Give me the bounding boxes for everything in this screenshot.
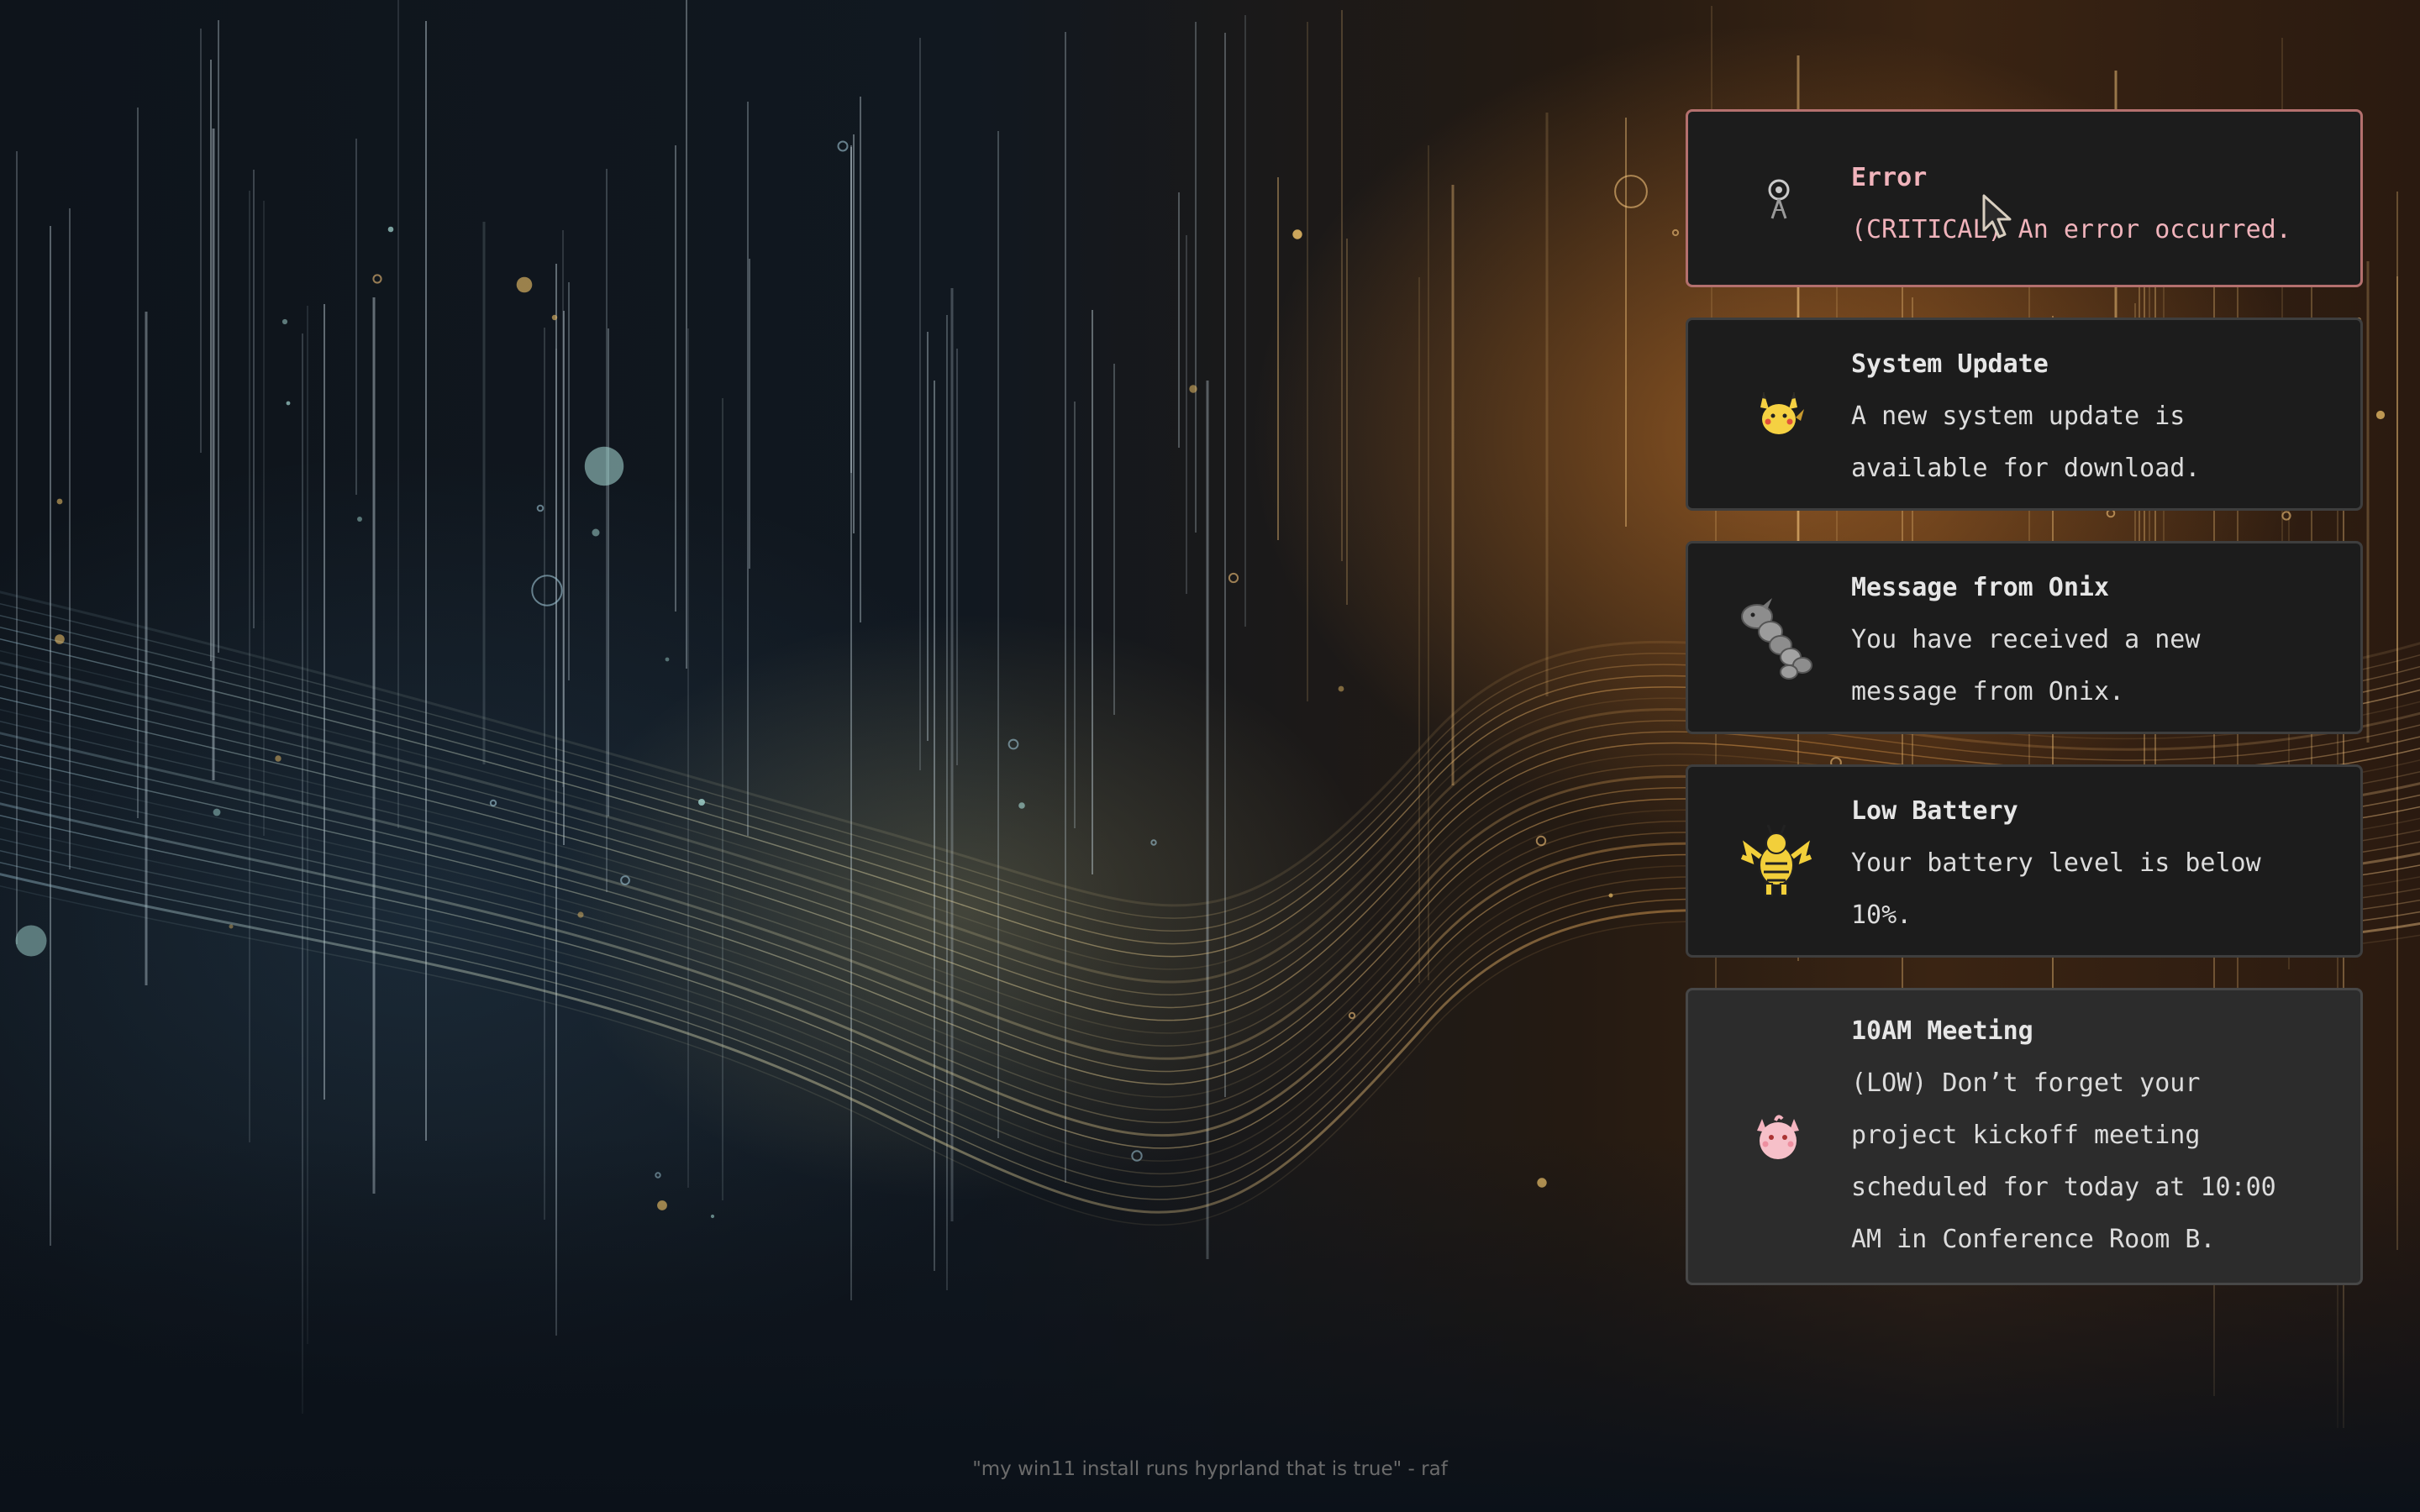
onix-icon (1732, 591, 1824, 684)
notification-body: You have received a new message from Oni… (1851, 625, 2201, 706)
notification-low-battery[interactable]: Low Battery Your battery level is below … (1686, 764, 2363, 958)
notification-title: Message from Onix (1851, 573, 2110, 602)
notification-error[interactable]: Error (CRITICAL) An error occurred. (1686, 109, 2363, 287)
notification-body: (CRITICAL) An error occurred. (1851, 215, 2291, 244)
notification-title: System Update (1851, 349, 2049, 379)
radar-tower-icon (1747, 166, 1811, 230)
notification-body: Your battery level is below 10%. (1851, 848, 2261, 930)
wallpaper-quote: "my win11 install runs hyprland that is … (972, 1458, 1448, 1480)
notification-title: Low Battery (1851, 796, 2018, 826)
notification-title: 10AM Meeting (1851, 1016, 2033, 1046)
clefairy-icon (1749, 1107, 1807, 1166)
notification-meeting[interactable]: 10AM Meeting (LOW) Don’t forget your pro… (1686, 988, 2363, 1285)
desktop: Error (CRITICAL) An error occurred. Syst… (0, 0, 2420, 1512)
electabuzz-icon (1739, 823, 1814, 899)
pikachu-icon (1747, 382, 1811, 446)
notification-body: A new system update is available for dow… (1851, 402, 2201, 483)
notification-system-update[interactable]: System Update A new system update is ava… (1686, 318, 2363, 511)
mouse-cursor-icon (1982, 194, 2012, 239)
notification-body: (LOW) Don’t forget your project kickoff … (1851, 1068, 2276, 1254)
notification-title: Error (1851, 163, 1928, 192)
notification-message-onix[interactable]: Message from Onix You have received a ne… (1686, 541, 2363, 734)
